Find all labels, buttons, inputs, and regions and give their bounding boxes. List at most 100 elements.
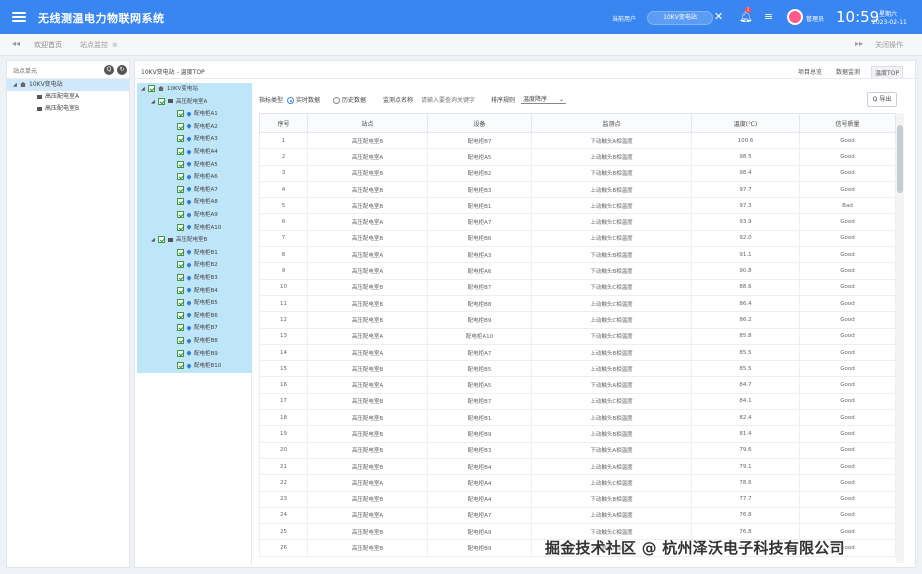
checkbox[interactable] — [177, 362, 184, 370]
sort-select[interactable]: 温度降序 ⌄ — [521, 94, 566, 104]
device-tree-cabinet[interactable]: 配电柜A5 — [137, 158, 252, 172]
table-row[interactable]: 6 高压配电室A 配电柜A7 上动触头C相温度 93.9 Good — [259, 213, 896, 231]
checkbox[interactable] — [177, 261, 184, 269]
checkbox[interactable] — [158, 236, 165, 244]
table-row[interactable]: 3 高压配电室B 配电柜B2 下动触头B相温度 98.4 Good — [259, 164, 896, 182]
table-row[interactable]: 12 高压配电室B 配电柜B9 上动触头C相温度 86.2 Good — [259, 311, 896, 329]
checkbox[interactable] — [158, 97, 165, 105]
checkbox[interactable] — [177, 337, 184, 344]
tree-item-room-a[interactable]: 高压配电室A — [7, 91, 129, 103]
avatar[interactable] — [787, 9, 803, 25]
col-header-temperature[interactable]: 温度(℃) — [691, 113, 800, 133]
device-tree-cabinet[interactable]: 配电柜B1 — [137, 246, 252, 260]
table-row[interactable]: 1 高压配电室B 配电柜B7 下动触头A相温度 100.6 Good — [259, 131, 896, 150]
checkbox[interactable] — [177, 122, 184, 130]
device-tree-cabinet[interactable]: 配电柜A4 — [137, 146, 252, 159]
table-row[interactable]: 10 高压配电室B 配电柜B7 下动触头C相温度 88.6 Good — [259, 278, 896, 296]
radio-icon[interactable] — [333, 97, 340, 104]
checkbox[interactable] — [177, 211, 184, 218]
checkbox[interactable] — [177, 160, 184, 168]
checkbox[interactable] — [177, 299, 184, 307]
close-tabs-button[interactable]: 关闭操作 — [875, 40, 903, 50]
search-icon[interactable]: Q — [104, 65, 114, 75]
checkbox[interactable] — [177, 148, 184, 155]
tree-item-root[interactable]: ◢ 10KV变电站 — [7, 79, 129, 91]
realtime-radio[interactable]: 实时数据 — [287, 95, 320, 104]
device-tree-cabinet[interactable]: 配电柜A9 — [137, 209, 252, 222]
device-tree-cabinet[interactable]: 配电柜A3 — [137, 133, 252, 146]
col-header-device[interactable]: 设备 — [427, 113, 532, 133]
table-row[interactable]: 23 高压配电室B 配电柜A4 下动触头B相温度 77.7 Good — [259, 490, 896, 508]
export-button[interactable]: Q 导出 — [867, 92, 897, 107]
fullscreen-icon[interactable]: ✕ — [714, 10, 723, 24]
expand-icon[interactable]: ◢ — [13, 79, 20, 91]
checkbox[interactable] — [177, 198, 184, 206]
checkbox[interactable] — [177, 173, 184, 181]
list-icon[interactable]: ≡ — [764, 10, 773, 24]
checkbox[interactable] — [177, 311, 184, 319]
table-row[interactable]: 14 高压配电室A 配电柜A7 上动触头B相温度 85.5 Good — [259, 343, 896, 362]
checkbox[interactable] — [177, 185, 184, 193]
checkbox[interactable] — [177, 349, 184, 357]
expand-icon[interactable]: ◢ — [141, 83, 148, 95]
expand-icon[interactable]: ◢ — [151, 96, 158, 108]
device-tree-cabinet[interactable]: 配电柜B6 — [137, 309, 252, 323]
table-row[interactable]: 2 高压配电室A 配电柜A5 上动触头B相温度 98.5 Good — [259, 148, 896, 166]
device-tree-cabinet[interactable]: 配电柜A2 — [137, 120, 252, 134]
table-row[interactable]: 5 高压配电室B 配电柜B1 上动触头C相温度 97.3 Bad — [259, 197, 896, 215]
chevron-down-icon[interactable]: ⌄ — [559, 96, 564, 103]
device-tree-cabinet[interactable]: 配电柜B5 — [137, 297, 252, 310]
device-tree-cabinet[interactable]: 配电柜A10 — [137, 221, 252, 235]
table-row[interactable]: 20 高压配电室B 配电柜B3 下动触头A相温度 79.6 Good — [259, 441, 896, 459]
tab-station-monitor[interactable]: 站点监控 ⊗ — [80, 40, 118, 50]
close-icon[interactable]: ⊗ — [112, 41, 118, 49]
table-row[interactable]: 22 高压配电室A 配电柜A4 上动触头C相温度 78.6 Good — [259, 474, 896, 492]
scrollbar-thumb[interactable] — [897, 125, 903, 193]
device-tree-cabinet[interactable]: 配电柜B4 — [137, 284, 252, 298]
device-tree-cabinet[interactable]: 配电柜A7 — [137, 183, 252, 197]
table-row[interactable]: 24 高压配电室A 配电柜A7 上动触头A相温度 76.8 Good — [259, 506, 896, 525]
tab-back-icon[interactable]: ◂◂ — [12, 39, 20, 48]
device-tree-cabinet[interactable]: 配电柜A8 — [137, 196, 252, 209]
checkbox[interactable] — [148, 85, 155, 92]
checkbox[interactable] — [177, 286, 184, 294]
menu-icon[interactable] — [12, 10, 26, 24]
checkbox[interactable] — [177, 223, 184, 231]
device-tree-root[interactable]: ◢ 10KV变电站 — [137, 83, 252, 96]
col-header-index[interactable]: 序号 — [259, 113, 308, 133]
device-tree-cabinet[interactable]: 配电柜B9 — [137, 347, 252, 361]
col-header-signal[interactable]: 信号质量 — [799, 113, 896, 133]
device-tree-group-a[interactable]: ◢ 高压配电室A — [137, 95, 252, 109]
table-row[interactable]: 13 高压配电室A 配电柜A10 下动触头C相温度 85.8 Good — [259, 327, 896, 345]
tab-forward-icon[interactable]: ▸▸ — [855, 39, 863, 48]
checkbox[interactable] — [177, 135, 184, 143]
checkbox[interactable] — [177, 110, 184, 118]
col-header-point[interactable]: 监测点 — [531, 113, 692, 133]
station-selector[interactable]: 10KV变电站 — [647, 11, 713, 25]
refresh-icon[interactable]: ↻ — [117, 65, 127, 75]
device-tree-cabinet[interactable]: 配电柜B2 — [137, 259, 252, 272]
tree-item-room-b[interactable]: 高压配电室B — [7, 103, 129, 115]
tab-home[interactable]: 欢迎首页 — [34, 40, 62, 50]
table-row[interactable]: 15 高压配电室B 配电柜B5 上动触头B相温度 85.5 Good — [259, 360, 896, 378]
table-row[interactable]: 9 高压配电室A 配电柜A6 下动触头B相温度 90.8 Good — [259, 262, 896, 280]
device-tree-cabinet[interactable]: 配电柜B10 — [137, 360, 252, 373]
table-row[interactable]: 19 高压配电室B 配电柜B9 上动触头B相温度 81.4 Good — [259, 425, 896, 443]
radio-icon[interactable] — [287, 97, 294, 104]
table-row[interactable]: 16 高压配电室A 配电柜A5 下动触头A相温度 84.7 Good — [259, 376, 896, 394]
device-tree-cabinet[interactable]: 配电柜B3 — [137, 272, 252, 285]
table-row[interactable]: 8 高压配电室A 配电柜A3 下动触头B相温度 91.1 Good — [259, 246, 896, 264]
device-tree-cabinet[interactable]: 配电柜B8 — [137, 335, 252, 348]
table-row[interactable]: 4 高压配电室B 配电柜B3 上动触头B相温度 97.7 Good — [259, 180, 896, 199]
monitor-search-input[interactable]: 请输入要查询关键字 — [421, 95, 475, 104]
checkbox[interactable] — [177, 274, 184, 281]
table-scrollbar[interactable] — [896, 113, 904, 563]
history-radio[interactable]: 历史数据 — [333, 95, 366, 104]
tab-data-monitor[interactable]: 数据监测 — [833, 66, 863, 77]
tab-overview[interactable]: 项目总览 — [795, 66, 825, 77]
device-tree-cabinet[interactable]: 配电柜A6 — [137, 171, 252, 184]
checkbox[interactable] — [177, 324, 184, 332]
table-row[interactable]: 18 高压配电室B 配电柜B1 上动触头B相温度 82.4 Good — [259, 409, 896, 427]
table-row[interactable]: 17 高压配电室B 配电柜B7 上动触头C相温度 84.1 Good — [259, 392, 896, 411]
table-row[interactable]: 7 高压配电室B 配电柜B6 上动触头C相温度 92.0 Good — [259, 229, 896, 248]
